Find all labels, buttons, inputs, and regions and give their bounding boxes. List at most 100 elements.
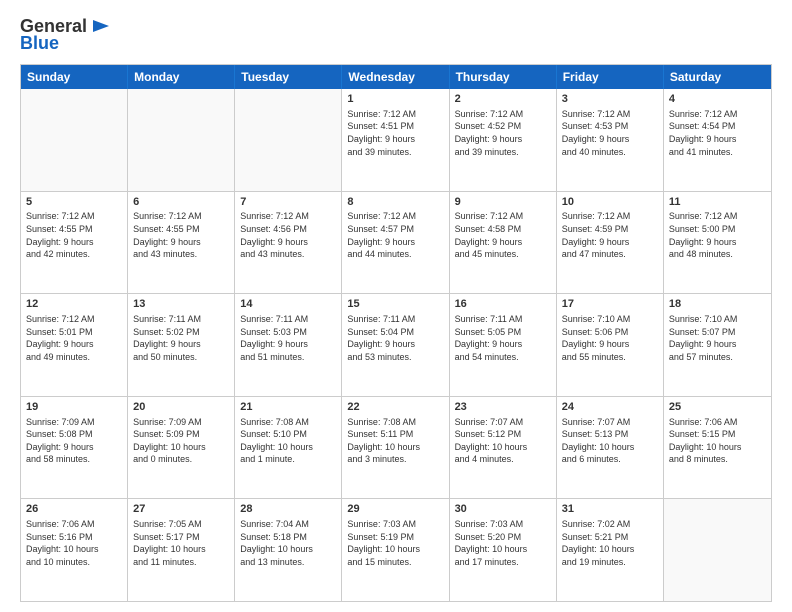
calendar: SundayMondayTuesdayWednesdayThursdayFrid… xyxy=(20,64,772,602)
day-info: Sunrise: 7:12 AM Sunset: 5:00 PM Dayligh… xyxy=(669,210,766,260)
calendar-day-cell: 8Sunrise: 7:12 AM Sunset: 4:57 PM Daylig… xyxy=(342,192,449,294)
calendar-day-cell: 29Sunrise: 7:03 AM Sunset: 5:19 PM Dayli… xyxy=(342,499,449,601)
page: General Blue SundayMondayTuesdayWednesda… xyxy=(0,0,792,612)
day-number: 26 xyxy=(26,502,122,517)
day-info: Sunrise: 7:12 AM Sunset: 4:51 PM Dayligh… xyxy=(347,108,443,158)
day-info: Sunrise: 7:06 AM Sunset: 5:16 PM Dayligh… xyxy=(26,518,122,568)
day-info: Sunrise: 7:12 AM Sunset: 4:55 PM Dayligh… xyxy=(133,210,229,260)
day-number: 25 xyxy=(669,400,766,415)
empty-cell xyxy=(128,89,235,191)
calendar-day-cell: 9Sunrise: 7:12 AM Sunset: 4:58 PM Daylig… xyxy=(450,192,557,294)
empty-cell xyxy=(21,89,128,191)
calendar-day-cell: 17Sunrise: 7:10 AM Sunset: 5:06 PM Dayli… xyxy=(557,294,664,396)
calendar-day-cell: 19Sunrise: 7:09 AM Sunset: 5:08 PM Dayli… xyxy=(21,397,128,499)
day-number: 29 xyxy=(347,502,443,517)
calendar-row: 12Sunrise: 7:12 AM Sunset: 5:01 PM Dayli… xyxy=(21,294,771,397)
empty-cell xyxy=(235,89,342,191)
weekday-header: Saturday xyxy=(664,65,771,89)
day-info: Sunrise: 7:12 AM Sunset: 4:56 PM Dayligh… xyxy=(240,210,336,260)
day-number: 31 xyxy=(562,502,658,517)
day-number: 2 xyxy=(455,92,551,107)
day-info: Sunrise: 7:12 AM Sunset: 4:58 PM Dayligh… xyxy=(455,210,551,260)
calendar-day-cell: 5Sunrise: 7:12 AM Sunset: 4:55 PM Daylig… xyxy=(21,192,128,294)
day-number: 12 xyxy=(26,297,122,312)
calendar-day-cell: 6Sunrise: 7:12 AM Sunset: 4:55 PM Daylig… xyxy=(128,192,235,294)
calendar-row: 19Sunrise: 7:09 AM Sunset: 5:08 PM Dayli… xyxy=(21,397,771,500)
empty-cell xyxy=(664,499,771,601)
logo-flag-icon xyxy=(91,18,111,34)
day-number: 27 xyxy=(133,502,229,517)
day-info: Sunrise: 7:03 AM Sunset: 5:20 PM Dayligh… xyxy=(455,518,551,568)
calendar-day-cell: 15Sunrise: 7:11 AM Sunset: 5:04 PM Dayli… xyxy=(342,294,449,396)
day-number: 21 xyxy=(240,400,336,415)
calendar-header: SundayMondayTuesdayWednesdayThursdayFrid… xyxy=(21,65,771,89)
calendar-day-cell: 16Sunrise: 7:11 AM Sunset: 5:05 PM Dayli… xyxy=(450,294,557,396)
weekday-header: Wednesday xyxy=(342,65,449,89)
day-number: 18 xyxy=(669,297,766,312)
calendar-day-cell: 25Sunrise: 7:06 AM Sunset: 5:15 PM Dayli… xyxy=(664,397,771,499)
day-number: 5 xyxy=(26,195,122,210)
day-number: 17 xyxy=(562,297,658,312)
calendar-day-cell: 28Sunrise: 7:04 AM Sunset: 5:18 PM Dayli… xyxy=(235,499,342,601)
day-number: 14 xyxy=(240,297,336,312)
day-info: Sunrise: 7:12 AM Sunset: 4:53 PM Dayligh… xyxy=(562,108,658,158)
calendar-day-cell: 3Sunrise: 7:12 AM Sunset: 4:53 PM Daylig… xyxy=(557,89,664,191)
day-number: 8 xyxy=(347,195,443,210)
calendar-body: 1Sunrise: 7:12 AM Sunset: 4:51 PM Daylig… xyxy=(21,89,771,601)
day-info: Sunrise: 7:12 AM Sunset: 4:55 PM Dayligh… xyxy=(26,210,122,260)
day-info: Sunrise: 7:07 AM Sunset: 5:12 PM Dayligh… xyxy=(455,416,551,466)
day-number: 22 xyxy=(347,400,443,415)
day-info: Sunrise: 7:11 AM Sunset: 5:04 PM Dayligh… xyxy=(347,313,443,363)
day-number: 1 xyxy=(347,92,443,107)
calendar-day-cell: 7Sunrise: 7:12 AM Sunset: 4:56 PM Daylig… xyxy=(235,192,342,294)
day-number: 19 xyxy=(26,400,122,415)
calendar-day-cell: 22Sunrise: 7:08 AM Sunset: 5:11 PM Dayli… xyxy=(342,397,449,499)
calendar-day-cell: 18Sunrise: 7:10 AM Sunset: 5:07 PM Dayli… xyxy=(664,294,771,396)
day-info: Sunrise: 7:05 AM Sunset: 5:17 PM Dayligh… xyxy=(133,518,229,568)
day-info: Sunrise: 7:08 AM Sunset: 5:10 PM Dayligh… xyxy=(240,416,336,466)
calendar-row: 1Sunrise: 7:12 AM Sunset: 4:51 PM Daylig… xyxy=(21,89,771,192)
calendar-day-cell: 1Sunrise: 7:12 AM Sunset: 4:51 PM Daylig… xyxy=(342,89,449,191)
day-number: 24 xyxy=(562,400,658,415)
day-info: Sunrise: 7:08 AM Sunset: 5:11 PM Dayligh… xyxy=(347,416,443,466)
day-info: Sunrise: 7:09 AM Sunset: 5:08 PM Dayligh… xyxy=(26,416,122,466)
calendar-day-cell: 13Sunrise: 7:11 AM Sunset: 5:02 PM Dayli… xyxy=(128,294,235,396)
weekday-header: Tuesday xyxy=(235,65,342,89)
day-info: Sunrise: 7:12 AM Sunset: 4:59 PM Dayligh… xyxy=(562,210,658,260)
calendar-row: 5Sunrise: 7:12 AM Sunset: 4:55 PM Daylig… xyxy=(21,192,771,295)
weekday-header: Thursday xyxy=(450,65,557,89)
weekday-header: Sunday xyxy=(21,65,128,89)
day-number: 6 xyxy=(133,195,229,210)
day-info: Sunrise: 7:11 AM Sunset: 5:02 PM Dayligh… xyxy=(133,313,229,363)
day-info: Sunrise: 7:09 AM Sunset: 5:09 PM Dayligh… xyxy=(133,416,229,466)
day-number: 4 xyxy=(669,92,766,107)
logo-blue-text: Blue xyxy=(20,33,59,54)
calendar-day-cell: 21Sunrise: 7:08 AM Sunset: 5:10 PM Dayli… xyxy=(235,397,342,499)
calendar-day-cell: 27Sunrise: 7:05 AM Sunset: 5:17 PM Dayli… xyxy=(128,499,235,601)
day-info: Sunrise: 7:10 AM Sunset: 5:07 PM Dayligh… xyxy=(669,313,766,363)
day-number: 16 xyxy=(455,297,551,312)
day-info: Sunrise: 7:04 AM Sunset: 5:18 PM Dayligh… xyxy=(240,518,336,568)
calendar-day-cell: 20Sunrise: 7:09 AM Sunset: 5:09 PM Dayli… xyxy=(128,397,235,499)
day-number: 9 xyxy=(455,195,551,210)
calendar-day-cell: 14Sunrise: 7:11 AM Sunset: 5:03 PM Dayli… xyxy=(235,294,342,396)
calendar-day-cell: 24Sunrise: 7:07 AM Sunset: 5:13 PM Dayli… xyxy=(557,397,664,499)
day-number: 28 xyxy=(240,502,336,517)
calendar-day-cell: 10Sunrise: 7:12 AM Sunset: 4:59 PM Dayli… xyxy=(557,192,664,294)
day-info: Sunrise: 7:12 AM Sunset: 4:57 PM Dayligh… xyxy=(347,210,443,260)
calendar-day-cell: 30Sunrise: 7:03 AM Sunset: 5:20 PM Dayli… xyxy=(450,499,557,601)
day-number: 30 xyxy=(455,502,551,517)
header: General Blue xyxy=(20,16,772,54)
day-info: Sunrise: 7:11 AM Sunset: 5:03 PM Dayligh… xyxy=(240,313,336,363)
calendar-day-cell: 11Sunrise: 7:12 AM Sunset: 5:00 PM Dayli… xyxy=(664,192,771,294)
calendar-row: 26Sunrise: 7:06 AM Sunset: 5:16 PM Dayli… xyxy=(21,499,771,601)
weekday-header: Monday xyxy=(128,65,235,89)
logo: General Blue xyxy=(20,16,111,54)
day-number: 10 xyxy=(562,195,658,210)
day-number: 3 xyxy=(562,92,658,107)
day-info: Sunrise: 7:12 AM Sunset: 4:52 PM Dayligh… xyxy=(455,108,551,158)
day-number: 7 xyxy=(240,195,336,210)
calendar-day-cell: 23Sunrise: 7:07 AM Sunset: 5:12 PM Dayli… xyxy=(450,397,557,499)
day-info: Sunrise: 7:11 AM Sunset: 5:05 PM Dayligh… xyxy=(455,313,551,363)
calendar-day-cell: 12Sunrise: 7:12 AM Sunset: 5:01 PM Dayli… xyxy=(21,294,128,396)
